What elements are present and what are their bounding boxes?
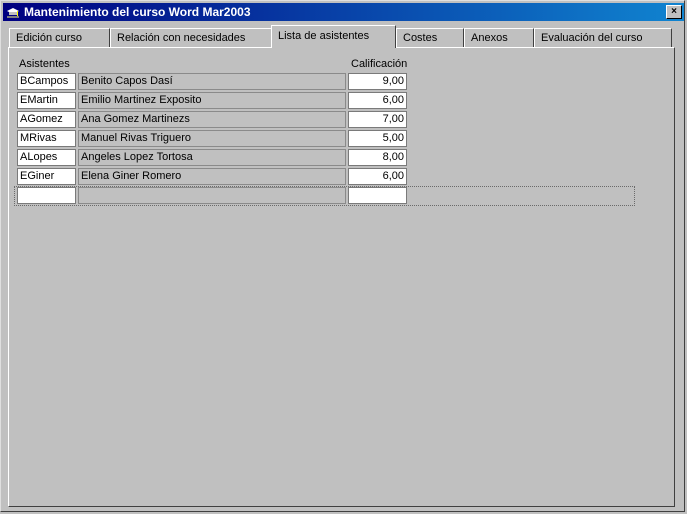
new-grade-field[interactable]	[348, 187, 407, 204]
grade-header: Calificación	[351, 58, 408, 70]
attendee-code-field[interactable]: MRivas	[17, 130, 76, 147]
tab-edicion-curso[interactable]: Edición curso	[9, 28, 110, 47]
main-window: Mantenimiento del curso Word Mar2003 × E…	[0, 0, 685, 512]
attendee-name-field: Manuel Rivas Triguero	[78, 130, 346, 147]
tab-lista-asistentes[interactable]: Lista de asistentes	[271, 25, 396, 48]
attendees-header: Asistentes	[19, 58, 70, 70]
grade-field[interactable]: 5,00	[348, 130, 407, 147]
attendee-name-field: Angeles Lopez Tortosa	[78, 149, 346, 166]
window-title: Mantenimiento del curso Word Mar2003	[24, 5, 251, 19]
grade-field[interactable]: 9,00	[348, 73, 407, 90]
attendee-code-field[interactable]: ALopes	[17, 149, 76, 166]
attendees-panel: Asistentes Calificación BCampos Benito C…	[8, 47, 675, 507]
attendee-name-field: Ana Gomez Martinezs	[78, 111, 346, 128]
tab-anexos[interactable]: Anexos	[464, 28, 534, 47]
grade-field[interactable]: 8,00	[348, 149, 407, 166]
tab-relacion-necesidades[interactable]: Relación con necesidades	[110, 28, 272, 47]
tab-evaluacion-curso[interactable]: Evaluación del curso	[534, 28, 672, 47]
new-attendee-code-field[interactable]	[17, 187, 76, 204]
app-icon[interactable]	[6, 5, 20, 19]
tab-costes[interactable]: Costes	[396, 28, 464, 47]
attendee-name-field: Benito Capos Dasí	[78, 73, 346, 90]
new-attendee-name-field	[78, 187, 346, 204]
attendee-name-field: Emilio Martinez Exposito	[78, 92, 346, 109]
attendee-name-field: Elena Giner Romero	[78, 168, 346, 185]
attendee-code-field[interactable]: EGiner	[17, 168, 76, 185]
title-bar[interactable]: Mantenimiento del curso Word Mar2003 ×	[3, 3, 684, 21]
attendee-code-field[interactable]: BCampos	[17, 73, 76, 90]
grade-field[interactable]: 7,00	[348, 111, 407, 128]
attendee-code-field[interactable]: EMartin	[17, 92, 76, 109]
grade-field[interactable]: 6,00	[348, 168, 407, 185]
attendee-code-field[interactable]: AGomez	[17, 111, 76, 128]
close-button[interactable]: ×	[666, 5, 682, 19]
grade-field[interactable]: 6,00	[348, 92, 407, 109]
